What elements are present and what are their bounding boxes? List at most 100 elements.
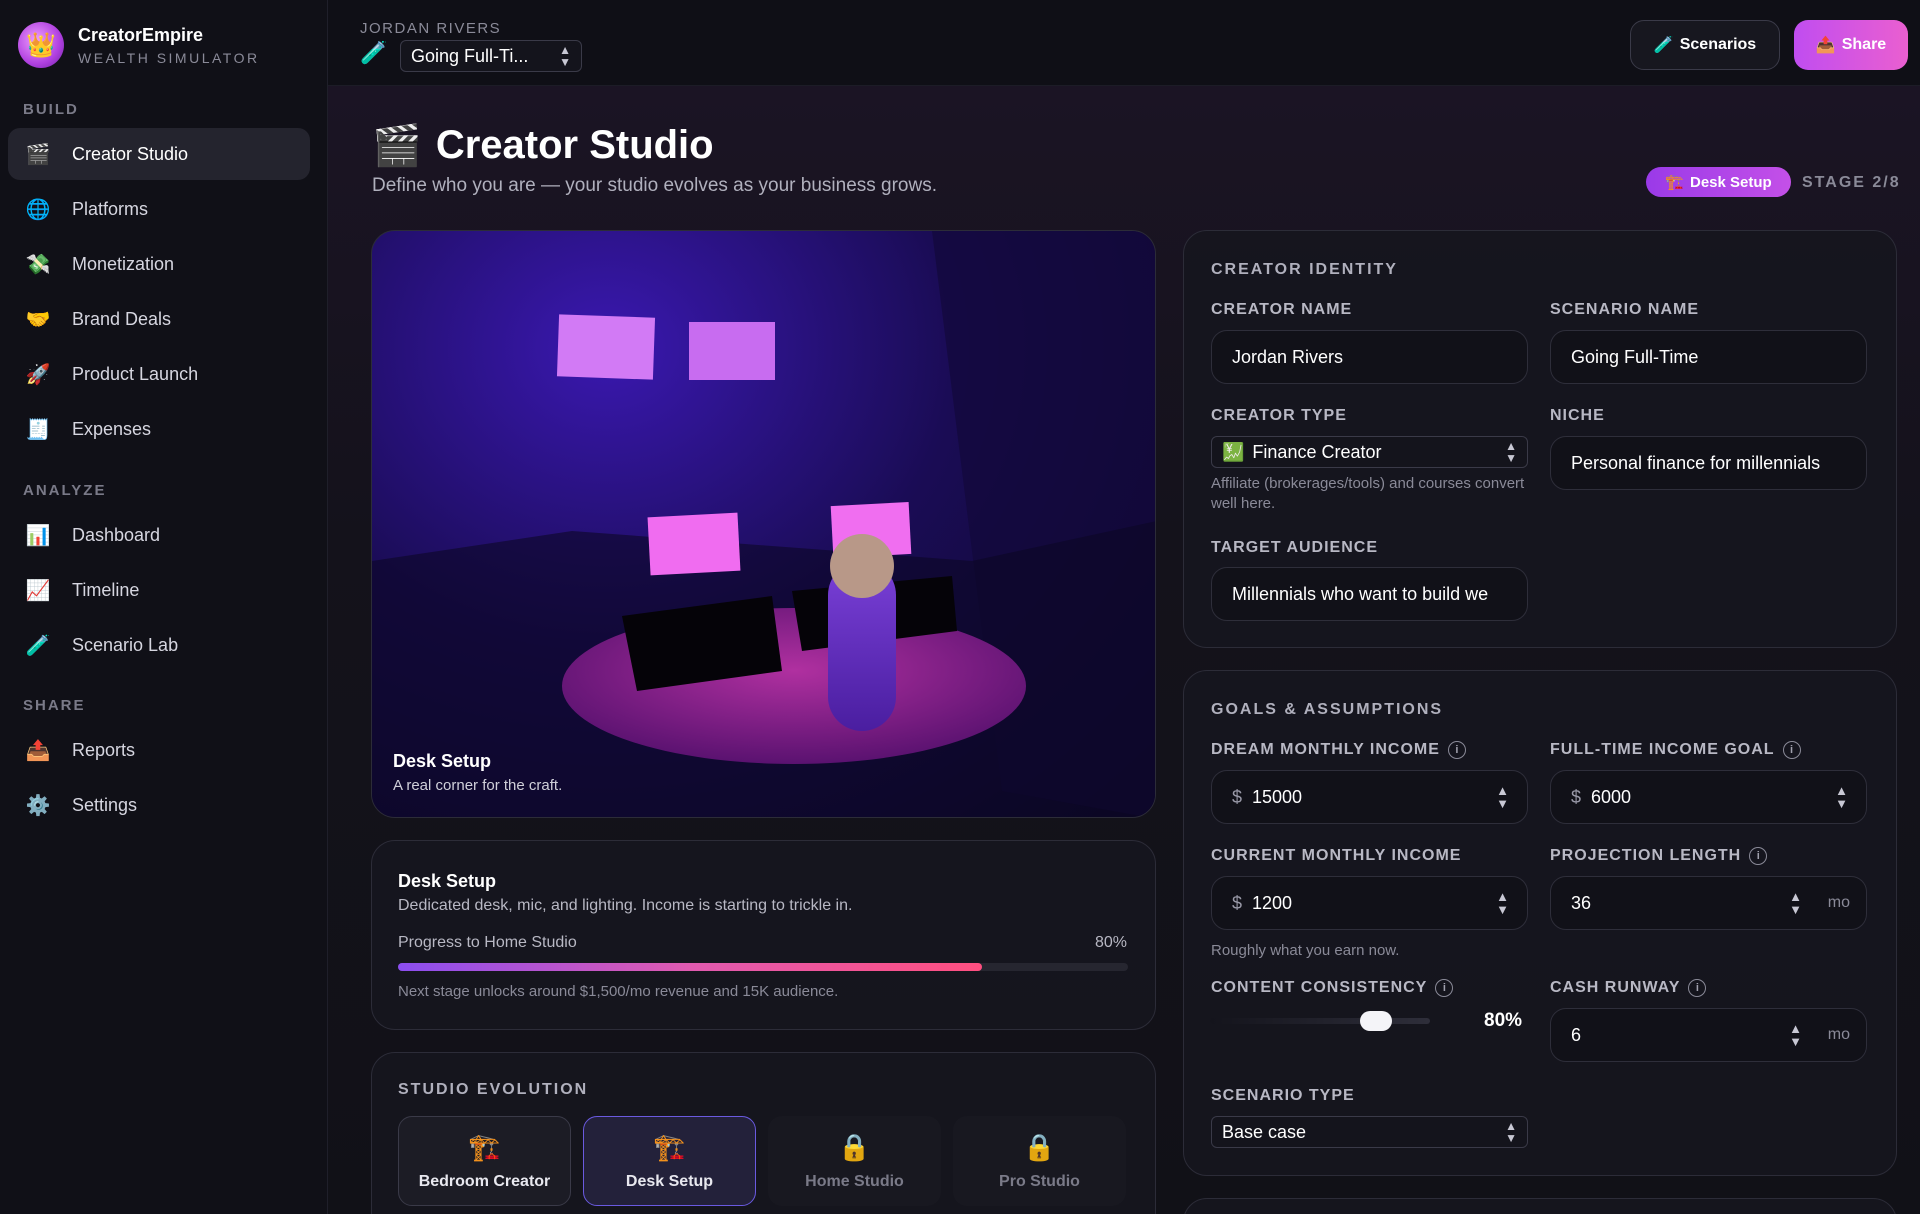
scenario-type-value: Base case: [1222, 1121, 1307, 1142]
info-icon[interactable]: i: [1782, 741, 1801, 759]
progress-title: Desk Setup: [398, 871, 497, 891]
dream-income-label-text: DREAM MONTHLY INCOME: [1211, 741, 1440, 758]
creator-type-help: Affiliate (brokerages/tools) and courses…: [1211, 475, 1525, 513]
evolution-stage-desk-setup[interactable]: 🏗️ Desk Setup: [583, 1116, 756, 1206]
currency-prefix: $: [1232, 892, 1243, 913]
sidebar-item-timeline[interactable]: 📈 Timeline: [8, 564, 310, 616]
studio-evolution-card: STUDIO EVOLUTION 🏗️ Bedroom Creator 🏗️ D…: [371, 1052, 1156, 1214]
brand-subtitle: WEALTH SIMULATOR: [78, 49, 260, 66]
sidebar-item-expenses[interactable]: 🧾 Expenses: [8, 403, 310, 455]
line-chart-icon: 📈: [25, 579, 51, 602]
current-user: JORDAN RIVERS: [360, 20, 502, 37]
select-arrows-icon: ▲ ▼: [1505, 439, 1517, 465]
target-audience-input[interactable]: Millennials who want to build we: [1211, 567, 1528, 621]
nav-section-share: SHARE: [23, 697, 86, 714]
stepper-arrows-icon[interactable]: ▲ ▼: [1789, 890, 1802, 916]
creator-type-label: CREATOR TYPE: [1211, 407, 1347, 424]
currency-prefix: $: [1571, 786, 1582, 807]
info-icon[interactable]: i: [1435, 979, 1454, 997]
page-title-text: Creator Studio: [435, 123, 714, 167]
currency-prefix: $: [1232, 786, 1243, 807]
cash-runway-input[interactable]: 6 ▲ ▼ mo: [1550, 1008, 1867, 1062]
scenario-select[interactable]: Going Full-Ti... ▲ ▼: [400, 40, 582, 72]
stage-badge: 🏗️ Desk Setup: [1646, 167, 1791, 197]
creator-name-label: CREATOR NAME: [1211, 301, 1353, 318]
share-button-label: Share: [1841, 36, 1887, 53]
test-tube-icon: 🧪: [360, 40, 388, 65]
content-consistency-value: 80%: [1484, 1010, 1523, 1031]
scenario-type-select[interactable]: Base case ▲ ▼: [1211, 1116, 1528, 1148]
evolution-stage-label: Desk Setup: [625, 1172, 714, 1190]
projection-label-text: PROJECTION LENGTH: [1550, 847, 1742, 864]
stepper-arrows-icon[interactable]: ▲ ▼: [1496, 890, 1509, 916]
dream-income-input[interactable]: $ 15000 ▲ ▼: [1211, 770, 1528, 824]
content-consistency-slider[interactable]: [1210, 1011, 1430, 1031]
crown-logo-icon: 👑: [18, 22, 64, 68]
creator-type-value: Finance Creator: [1252, 441, 1382, 462]
info-icon[interactable]: i: [1447, 741, 1466, 759]
creator-name-input[interactable]: Jordan Rivers: [1211, 330, 1528, 384]
consistency-label-text: CONTENT CONSISTENCY: [1211, 979, 1428, 996]
evolution-stage-bedroom-creator[interactable]: 🏗️ Bedroom Creator: [398, 1116, 571, 1206]
outbox-icon: 📤: [1815, 37, 1836, 54]
clapper-icon: 🎬: [25, 143, 51, 166]
content-consistency-label: CONTENT CONSISTENCY i: [1211, 979, 1454, 997]
scenarios-button-label: Scenarios: [1679, 36, 1757, 53]
lock-icon: 🔒: [838, 1131, 871, 1162]
stepper-arrows-icon[interactable]: ▲ ▼: [1835, 784, 1848, 810]
brand[interactable]: 👑 CreatorEmpire WEALTH SIMULATOR: [18, 22, 260, 68]
niche-input[interactable]: Personal finance for millennials: [1550, 436, 1867, 490]
progress-bar-fill: [398, 963, 982, 971]
gear-icon: ⚙️: [25, 794, 51, 817]
slider-thumb[interactable]: [1360, 1011, 1393, 1031]
share-button[interactable]: 📤 Share: [1794, 20, 1908, 70]
page-subtitle: Define who you are — your studio evolves…: [372, 175, 937, 196]
projection-length-input[interactable]: 36 ▲ ▼ mo: [1550, 876, 1867, 930]
projection-length-label: PROJECTION LENGTH i: [1550, 847, 1768, 865]
info-icon[interactable]: i: [1749, 847, 1768, 865]
clapper-icon: 🎬: [372, 124, 422, 168]
scenario-name-input[interactable]: Going Full-Time: [1550, 330, 1867, 384]
sidebar-item-brand-deals[interactable]: 🤝 Brand Deals: [8, 293, 310, 345]
sidebar-item-reports[interactable]: 📤 Reports: [8, 724, 310, 776]
target-audience-label: TARGET AUDIENCE: [1211, 539, 1378, 556]
section-title: GOALS & ASSUMPTIONS: [1211, 701, 1444, 718]
sidebar-item-monetization[interactable]: 💸 Monetization: [8, 238, 310, 290]
next-card: [1183, 1198, 1897, 1214]
bar-chart-icon: 📊: [25, 524, 51, 547]
progress-description: Dedicated desk, mic, and lighting. Incom…: [398, 897, 853, 914]
crane-icon: 🏗️: [468, 1131, 501, 1162]
creator-type-select[interactable]: 💹 Finance Creator ▲ ▼: [1211, 436, 1528, 468]
crane-icon: 🏗️: [1665, 174, 1684, 191]
stepper-arrows-icon[interactable]: ▲ ▼: [1789, 1022, 1802, 1048]
sidebar-item-creator-studio[interactable]: 🎬 Creator Studio: [8, 128, 310, 180]
top-bar: JORDAN RIVERS 🧪 Going Full-Ti... ▲ ▼ 🧪 Sc…: [328, 0, 1920, 86]
runway-label-text: CASH RUNWAY: [1550, 979, 1681, 996]
progress-note: Next stage unlocks around $1,500/mo reve…: [398, 983, 839, 1000]
info-icon[interactable]: i: [1688, 979, 1707, 997]
sidebar-item-label: Scenario Lab: [72, 634, 179, 655]
niche-value: Personal finance for millennials: [1571, 452, 1821, 473]
outbox-icon: 📤: [25, 739, 51, 762]
scenario-name-value: Going Full-Time: [1571, 346, 1699, 367]
niche-label: NICHE: [1550, 407, 1605, 424]
sidebar-item-label: Expenses: [72, 418, 152, 439]
scenarios-button[interactable]: 🧪 Scenarios: [1630, 20, 1780, 70]
handshake-icon: 🤝: [25, 308, 51, 331]
crane-icon: 🏗️: [653, 1131, 686, 1162]
current-income-input[interactable]: $ 1200 ▲ ▼: [1211, 876, 1528, 930]
sidebar-item-settings[interactable]: ⚙️ Settings: [8, 779, 310, 831]
fulltime-goal-input[interactable]: $ 6000 ▲ ▼: [1550, 770, 1867, 824]
goals-assumptions-card: GOALS & ASSUMPTIONS DREAM MONTHLY INCOME…: [1183, 670, 1897, 1176]
sidebar-item-dashboard[interactable]: 📊 Dashboard: [8, 509, 310, 561]
nav-section-analyze: ANALYZE: [23, 482, 107, 499]
unit-label: mo: [1827, 894, 1850, 911]
receipt-icon: 🧾: [25, 418, 51, 441]
sidebar-item-platforms[interactable]: 🌐 Platforms: [8, 183, 310, 235]
cash-runway-label: CASH RUNWAY i: [1550, 979, 1707, 997]
stage-progress-card: Desk Setup Dedicated desk, mic, and ligh…: [371, 840, 1156, 1030]
sidebar-item-product-launch[interactable]: 🚀 Product Launch: [8, 348, 310, 400]
studio-scene[interactable]: Desk Setup A real corner for the craft.: [371, 230, 1156, 818]
stepper-arrows-icon[interactable]: ▲ ▼: [1496, 784, 1509, 810]
sidebar-item-scenario-lab[interactable]: 🧪 Scenario Lab: [8, 619, 310, 671]
